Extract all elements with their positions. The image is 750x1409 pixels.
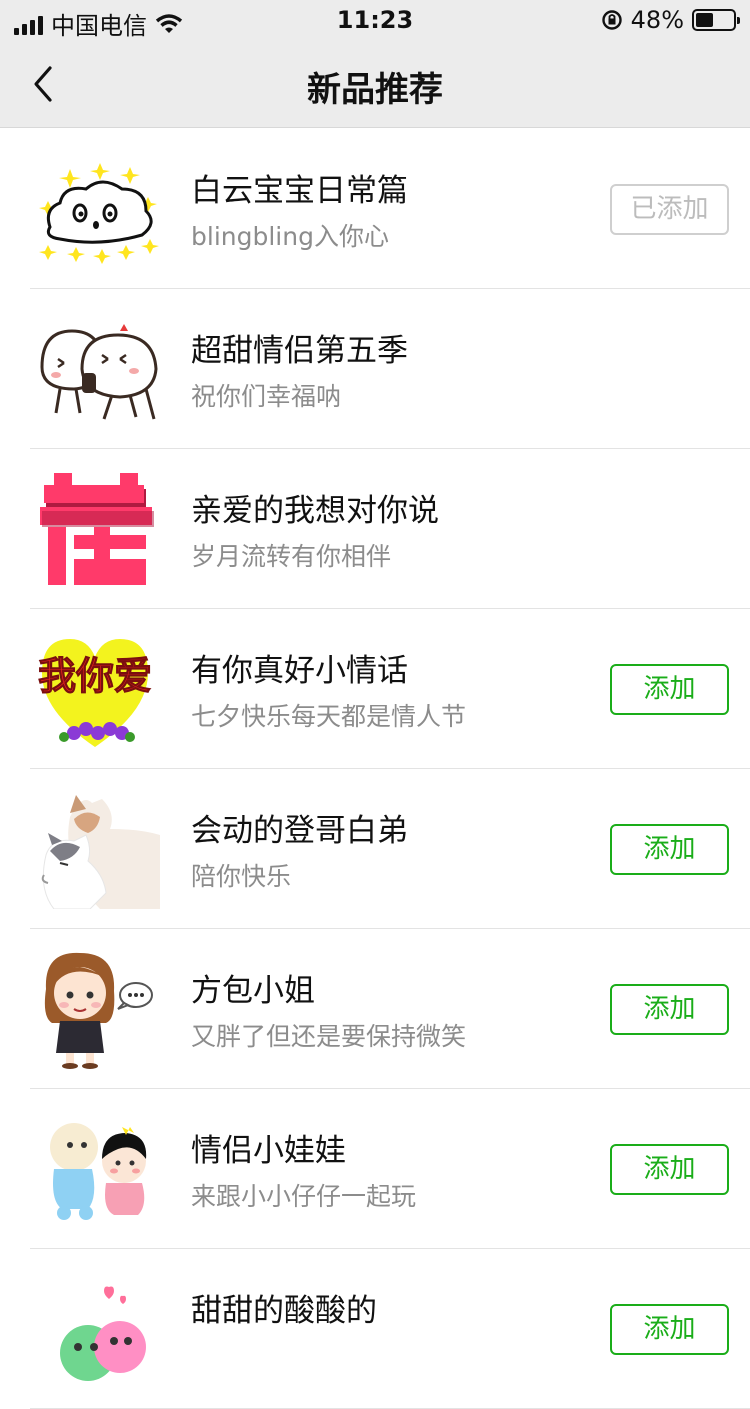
add-button[interactable]: 添加 — [610, 1304, 729, 1355]
girl-sticker-thumbnail — [44, 952, 153, 1069]
item-description: 来跟小小仔仔一起玩 — [191, 1182, 417, 1211]
item-description: 祝你们幸福呐 — [191, 382, 342, 411]
added-button[interactable]: 已添加 — [610, 184, 729, 235]
list-item[interactable]: 会动的登哥白弟 陪你快乐 添加 — [0, 769, 750, 929]
item-title: 有你真好小情话 — [191, 653, 408, 689]
item-title: 白云宝宝日常篇 — [191, 173, 408, 209]
list-item[interactable]: 我你爱 有你真好小情话 七夕快乐每天都是情人节 添加 — [0, 609, 750, 769]
heart-sticker-text: 我你爱 — [38, 654, 152, 698]
item-title: 亲爱的我想对你说 — [191, 493, 439, 529]
add-button[interactable]: 添加 — [610, 984, 729, 1035]
list-item[interactable]: 白云宝宝日常篇 blingbling入你心 已添加 — [0, 129, 750, 289]
list-item[interactable]: 情侣小娃娃 来跟小小仔仔一起玩 添加 — [0, 1089, 750, 1249]
add-button[interactable]: 添加 — [610, 1144, 729, 1195]
rotation-lock-icon — [601, 10, 622, 30]
couple-sticker-thumbnail — [40, 324, 158, 420]
item-description: 岁月流转有你相伴 — [191, 542, 392, 571]
love-character-thumbnail — [40, 473, 154, 585]
list-item[interactable]: 方包小姐 又胖了但还是要保持微笑 添加 — [0, 929, 750, 1089]
cloud-sticker-thumbnail — [39, 163, 159, 264]
dolls-sticker-thumbnail — [50, 1123, 147, 1220]
item-description: 又胖了但还是要保持微笑 — [191, 1022, 467, 1051]
page-title: 新品推荐 — [307, 70, 443, 110]
item-title: 会动的登哥白弟 — [191, 813, 408, 849]
heart-sticker-thumbnail: 我你爱 — [37, 639, 153, 747]
sweet-sour-sticker-thumbnail — [60, 1286, 146, 1381]
list-item[interactable]: 超甜情侣第五季 祝你们幸福呐 — [0, 289, 750, 449]
item-description: 陪你快乐 — [191, 862, 292, 891]
sticker-list: 白云宝宝日常篇 blingbling入你心 已添加 超甜情侣第五季 祝你们幸福呐 — [0, 129, 750, 1409]
item-description: blingbling入你心 — [191, 222, 389, 251]
item-title: 超甜情侣第五季 — [191, 333, 408, 369]
add-button[interactable]: 添加 — [610, 824, 729, 875]
item-title: 甜甜的酸酸的 — [191, 1293, 377, 1329]
nav-bar: 新品推荐 — [0, 40, 750, 128]
item-description: 七夕快乐每天都是情人节 — [191, 702, 467, 731]
item-title: 情侣小娃娃 — [191, 1133, 346, 1169]
battery-percent: 48% — [630, 6, 684, 34]
list-item[interactable]: 亲爱的我想对你说 岁月流转有你相伴 — [0, 449, 750, 609]
add-button[interactable]: 添加 — [610, 664, 729, 715]
list-item[interactable]: 甜甜的酸酸的 添加 — [0, 1249, 750, 1409]
status-bar: 中国电信 11:23 48% — [0, 0, 750, 40]
battery-icon — [692, 9, 740, 31]
item-title: 方包小姐 — [191, 973, 315, 1009]
cats-sticker-thumbnail — [41, 795, 160, 909]
